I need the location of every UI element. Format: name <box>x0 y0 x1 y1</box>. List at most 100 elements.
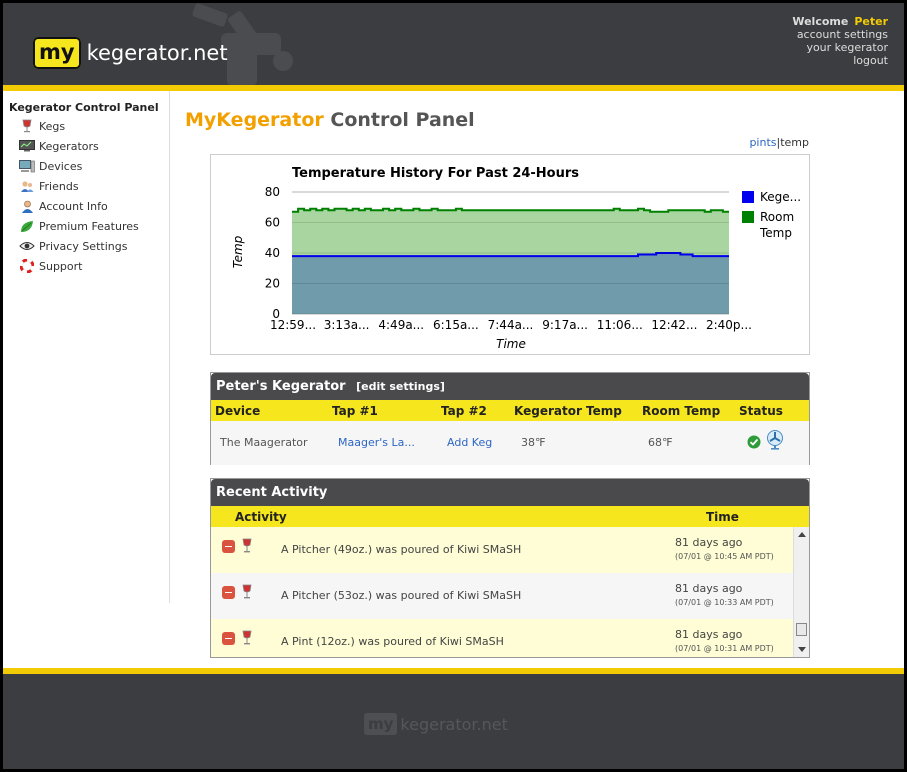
activity-column-headers: Activity Time <box>211 506 809 527</box>
scroll-up-icon[interactable] <box>798 532 806 537</box>
sidebar-item-label: Support <box>39 259 83 273</box>
sidebar-item-label: Kegs <box>39 119 66 133</box>
scroll-thumb[interactable] <box>796 623 807 636</box>
sidebar-item-account-info[interactable]: Account Info <box>3 196 169 216</box>
sidebar-item-label: Devices <box>39 159 83 173</box>
logo-text: kegerator.net <box>86 41 228 65</box>
legend-label-room-temp: Room Temp <box>759 210 794 240</box>
sidebar-item-label: Friends <box>39 179 79 193</box>
x-tick-label: 12:42... <box>651 318 697 332</box>
column-header-tap2: Tap #2 <box>441 403 487 418</box>
kegerator-panel-header: Peter's Kegerator [edit settings] <box>211 373 809 400</box>
computer-icon <box>19 159 35 173</box>
x-tick-label: 2:40p... <box>706 318 752 332</box>
y-tick-label: 60 <box>265 216 280 230</box>
logo-box: my <box>33 37 81 69</box>
scroll-down-icon[interactable] <box>798 647 806 652</box>
add-keg-link[interactable]: Add Keg <box>447 436 492 449</box>
x-tick-label: 3:13a... <box>324 318 370 332</box>
column-header-time: Time <box>706 509 739 524</box>
eye-icon <box>19 239 35 253</box>
sidebar-item-privacy-settings[interactable]: Privacy Settings <box>3 236 169 256</box>
kegerator-panel: Peter's Kegerator [edit settings] Device… <box>210 372 810 465</box>
legend-swatch-kegerator <box>742 191 754 203</box>
y-tick-label: 40 <box>265 246 280 260</box>
sidebar-title: Kegerator Control Panel <box>9 101 159 114</box>
recent-activity-panel: Recent Activity Activity Time A Pitcher … <box>210 478 810 658</box>
x-tick-label: 7:44a... <box>488 318 534 332</box>
sidebar-item-kegs[interactable]: Kegs <box>3 116 169 136</box>
x-tick-label: 12:59... <box>270 318 316 332</box>
edit-settings-link[interactable]: [edit settings] <box>356 380 445 393</box>
activity-scrollbar[interactable] <box>793 527 809 657</box>
x-tick-label: 4:49a... <box>378 318 424 332</box>
view-toggle: pints|temp <box>749 136 809 149</box>
footer: my kegerator.net <box>3 674 904 769</box>
page-frame: my kegerator.net Welcome Peter account se… <box>3 3 904 769</box>
recent-activity-header: Recent Activity <box>211 479 809 506</box>
sidebar-item-label: Account Info <box>39 199 108 213</box>
column-header-kegerator-temp: Kegerator Temp <box>514 403 622 418</box>
sidebar-item-support[interactable]: Support <box>3 256 169 276</box>
sidebar-item-label: Privacy Settings <box>39 239 128 253</box>
y-axis-label: Temp <box>231 235 245 268</box>
x-tick-label: 9:17a... <box>542 318 588 332</box>
list-item: A Pint (12oz.) was poured of Kiwi SMaSH … <box>211 619 809 657</box>
remove-icon[interactable] <box>222 586 235 599</box>
user-icon <box>19 199 35 213</box>
column-header-room-temp: Room Temp <box>642 403 721 418</box>
activity-text: A Pitcher (53oz.) was poured of Kiwi SMa… <box>281 589 522 602</box>
fan-icon <box>766 430 784 453</box>
wine-glass-icon <box>19 119 35 133</box>
sidebar-item-friends[interactable]: Friends <box>3 176 169 196</box>
activity-timestamp: (07/01 @ 10:33 AM PDT) <box>675 598 774 607</box>
footer-logo-text: kegerator.net <box>400 714 508 734</box>
kegerator-temp-value: 38℉ <box>521 436 546 449</box>
activity-time: 81 days ago <box>675 536 743 549</box>
device-name: The Maagerator <box>220 436 308 449</box>
sidebar-item-label: Kegerators <box>39 139 99 153</box>
sidebar-item-premium-features[interactable]: Premium Features <box>3 216 169 236</box>
remove-icon[interactable] <box>222 540 235 553</box>
chart-title: Temperature History For Past 24-Hours <box>292 166 579 181</box>
user-name: Peter <box>854 15 888 28</box>
kegerator-column-headers: Device Tap #1 Tap #2 Kegerator Temp Room… <box>211 400 809 421</box>
lifebuoy-icon <box>19 259 35 273</box>
site-logo[interactable]: my kegerator.net <box>33 33 228 73</box>
logout-link[interactable]: logout <box>792 54 888 67</box>
wine-glass-icon <box>241 538 253 557</box>
activity-timestamp: (07/01 @ 10:45 AM PDT) <box>675 552 774 561</box>
account-settings-link[interactable]: account settings <box>792 28 888 41</box>
pints-toggle-link[interactable]: pints <box>749 136 776 149</box>
tap1-link[interactable]: Maager's La... <box>338 436 415 449</box>
page-title-rest: Control Panel <box>323 109 475 131</box>
activity-time: 81 days ago <box>675 582 743 595</box>
temp-toggle-current[interactable]: temp <box>780 136 809 149</box>
page-title-accent: MyKegerator <box>185 109 324 131</box>
legend-label-kegerator: Kege... <box>760 190 801 204</box>
activity-timestamp: (07/01 @ 10:31 AM PDT) <box>675 644 774 653</box>
leaf-icon <box>19 219 35 233</box>
y-tick-label: 20 <box>265 277 280 291</box>
activity-text: A Pint (12oz.) was poured of Kiwi SMaSH <box>281 635 504 648</box>
list-item: A Pitcher (53oz.) was poured of Kiwi SMa… <box>211 573 809 619</box>
footer-logo[interactable]: my kegerator.net <box>364 713 508 735</box>
page-title: MyKegerator Control Panel <box>185 109 475 131</box>
your-kegerator-link[interactable]: your kegerator <box>792 41 888 54</box>
user-menu: Welcome Peter account settings your keger… <box>792 15 888 67</box>
temperature-chart: Temperature History For Past 24-Hours 02… <box>231 166 801 351</box>
room-temp-value: 68℉ <box>648 436 673 449</box>
x-tick-label: 11:06... <box>597 318 643 332</box>
sidebar-item-kegerators[interactable]: Kegerators <box>3 136 169 156</box>
remove-icon[interactable] <box>222 632 235 645</box>
table-row: The Maagerator Maager's La... Add Keg 38… <box>211 421 809 465</box>
column-header-activity: Activity <box>235 509 287 524</box>
legend-swatch-room-temp <box>742 211 754 223</box>
x-tick-label: 6:15a... <box>433 318 479 332</box>
list-item: A Pitcher (49oz.) was poured of Kiwi SMa… <box>211 527 809 573</box>
monitor-icon <box>19 139 35 153</box>
temperature-chart-panel: Temperature History For Past 24-Hours 02… <box>210 154 810 355</box>
column-header-status: Status <box>739 403 783 418</box>
wine-glass-icon <box>241 584 253 603</box>
sidebar-item-devices[interactable]: Devices <box>3 156 169 176</box>
